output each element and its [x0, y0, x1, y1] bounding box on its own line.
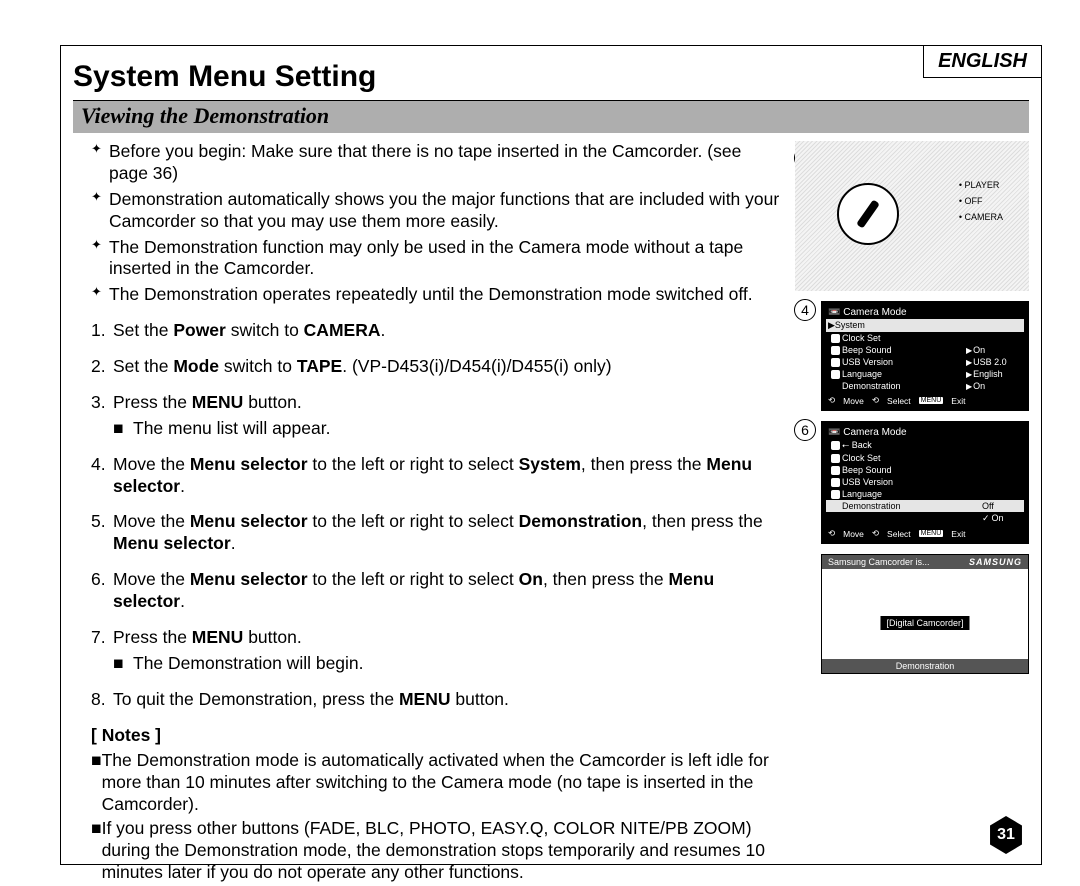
illustration-number: 6 [794, 419, 816, 441]
step-number: 3. [91, 392, 113, 414]
lcd-menu-item: Clock Set [842, 333, 966, 343]
illustration-column: 1 PLAYER OFF CAMERA 4 📼 Camera Mode ▶Sys… [795, 141, 1029, 886]
substep-text: The menu list will appear. [133, 418, 330, 440]
lcd-menu-value: On [966, 345, 1022, 355]
menu-icon [831, 466, 840, 475]
intro-bullet: Demonstration automatically shows you th… [91, 189, 781, 233]
demo-top-text: Samsung Camcorder is... [828, 557, 930, 567]
demo-bottom-label: Demonstration [822, 659, 1028, 673]
menu-button-icon: MENU [919, 397, 944, 404]
lcd-menu-item: Language [842, 369, 966, 379]
menu-icon [831, 346, 840, 355]
illustration-demo-screen: Samsung Camcorder is... SAMSUNG [Digital… [821, 554, 1029, 674]
lcd-title: 📼 Camera Mode [826, 306, 1024, 319]
language-tab: ENGLISH [923, 45, 1042, 78]
illustration-power-switch: 1 PLAYER OFF CAMERA [795, 141, 1029, 291]
menu-icon [831, 358, 840, 367]
lcd-footer: ⟲Move ⟲Select MENUExit [826, 392, 1024, 406]
step-number: 6. [91, 569, 113, 591]
lcd-menu-item: Beep Sound [842, 465, 1022, 475]
power-label: PLAYER [959, 177, 1003, 193]
lcd-footer: ⟲Move ⟲Select MENUExit [826, 525, 1024, 539]
substep-marker: ■ [113, 418, 133, 440]
step-number: 4. [91, 454, 113, 476]
step-number: 1. [91, 320, 113, 342]
move-icon: ⟲ [828, 528, 835, 539]
select-icon: ⟲ [872, 395, 879, 406]
note-marker: ■ [91, 818, 102, 884]
select-icon: ⟲ [872, 528, 879, 539]
menu-icon [831, 490, 840, 499]
step-number: 7. [91, 627, 113, 649]
content-column: Before you begin: Make sure that there i… [73, 141, 781, 886]
lcd-menu-item: Clock Set [842, 453, 1022, 463]
lcd-menu-value-checked: On [982, 513, 1022, 524]
lcd-title: 📼 Camera Mode [826, 426, 1024, 439]
menu-icon [831, 454, 840, 463]
step-item: 6. Move the Menu selector to the left or… [91, 569, 781, 613]
lcd-menu-item-selected: Demonstration [842, 501, 982, 511]
note-text: The Demonstration mode is automatically … [102, 750, 781, 816]
step-number: 8. [91, 689, 113, 711]
menu-icon [831, 370, 840, 379]
lcd-menu-value: English [966, 369, 1022, 379]
note-marker: ■ [91, 750, 102, 816]
step-item: 5. Move the Menu selector to the left or… [91, 511, 781, 555]
menu-icon [831, 441, 840, 450]
step-item: 4. Move the Menu selector to the left or… [91, 454, 781, 498]
intro-bullet: The Demonstration operates repeatedly un… [91, 284, 781, 306]
step-item: 3. Press the MENU button. ■The menu list… [91, 392, 781, 440]
intro-bullet: The Demonstration function may only be u… [91, 237, 781, 281]
note-text: If you press other buttons (FADE, BLC, P… [102, 818, 781, 884]
section-heading: Viewing the Demonstration [73, 100, 1029, 133]
lcd-menu-item: Language [842, 489, 1022, 499]
lcd-back-item: ⭠ Back [842, 440, 1022, 451]
menu-icon [831, 478, 840, 487]
notes-heading: [ Notes ] [91, 725, 781, 747]
illustration-lcd-step6: 6 📼 Camera Mode ⭠ Back Clock Set Beep So… [795, 421, 1029, 544]
substep-text: The Demonstration will begin. [133, 653, 364, 675]
step-item: 1. Set the Power switch to CAMERA. [91, 320, 781, 342]
lcd-menu-item: Beep Sound [842, 345, 966, 355]
lcd-menu-item: USB Version [842, 477, 1022, 487]
menu-button-icon: MENU [919, 530, 944, 537]
step-number: 5. [91, 511, 113, 533]
lcd-menu-value: On [966, 381, 1022, 391]
move-icon: ⟲ [828, 395, 835, 406]
steps-list: 1. Set the Power switch to CAMERA. 2. Se… [91, 320, 781, 710]
power-label: OFF [959, 193, 1003, 209]
page-frame: ENGLISH System Menu Setting Viewing the … [60, 45, 1042, 865]
page-title: System Menu Setting [73, 60, 1029, 94]
menu-icon [831, 334, 840, 343]
step-number: 2. [91, 356, 113, 378]
intro-bullets: Before you begin: Make sure that there i… [91, 141, 781, 306]
power-labels: PLAYER OFF CAMERA [959, 177, 1003, 226]
brand-logo: SAMSUNG [969, 557, 1022, 567]
notes-list: ■The Demonstration mode is automatically… [91, 750, 781, 883]
power-dial-icon [837, 183, 899, 245]
demo-mid-label: [Digital Camcorder] [880, 616, 969, 630]
intro-bullet: Before you begin: Make sure that there i… [91, 141, 781, 185]
illustration-number: 4 [794, 299, 816, 321]
power-label: CAMERA [959, 209, 1003, 225]
substep-marker: ■ [113, 653, 133, 675]
step-item: 2. Set the Mode switch to TAPE. (VP-D453… [91, 356, 781, 378]
step-item: 8. To quit the Demonstration, press the … [91, 689, 781, 711]
lcd-menu-value: USB 2.0 [966, 357, 1022, 367]
lcd-menu-value: Off [982, 501, 1022, 511]
step-item: 7. Press the MENU button. ■The Demonstra… [91, 627, 781, 675]
lcd-menu-item: Demonstration [842, 381, 966, 391]
illustration-lcd-step4: 4 📼 Camera Mode ▶System Clock Set Beep S… [795, 301, 1029, 411]
lcd-system-label: ▶System [828, 320, 865, 331]
lcd-menu-item: USB Version [842, 357, 966, 367]
